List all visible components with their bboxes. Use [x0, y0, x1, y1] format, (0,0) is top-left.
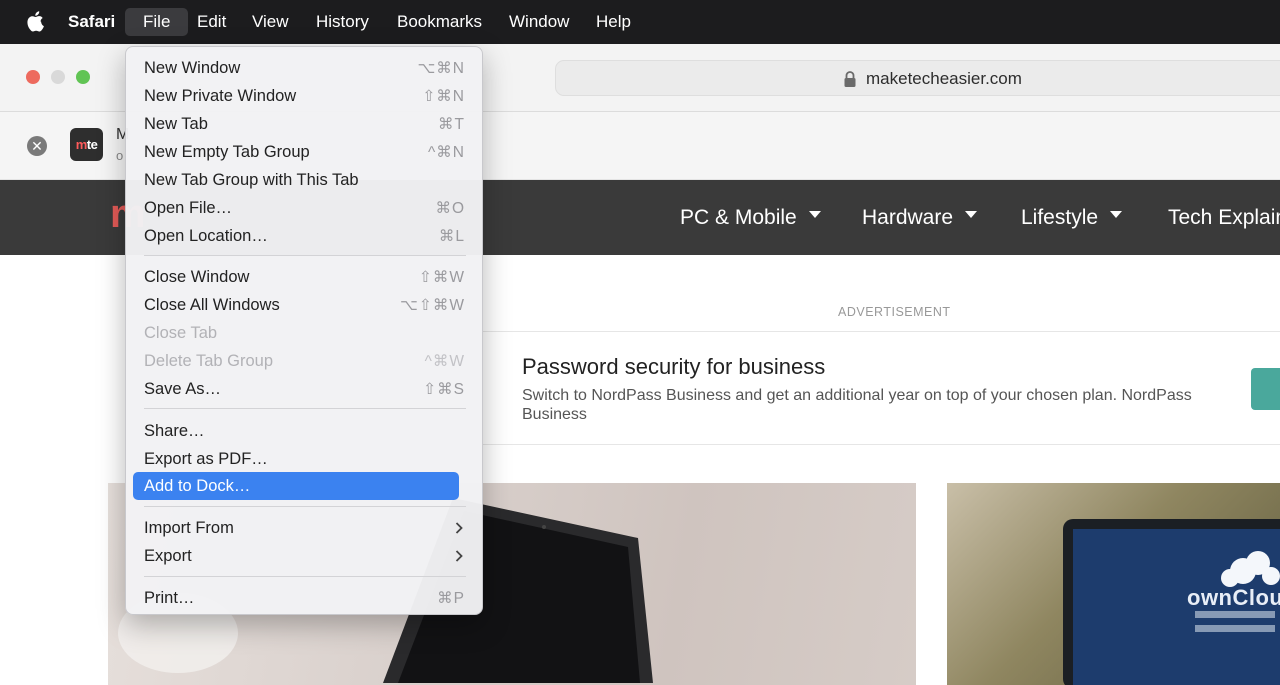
- menu-item-close-window[interactable]: Close Window ⇧⌘W: [133, 263, 475, 291]
- menu-item-new-tab[interactable]: New Tab ⌘T: [133, 110, 475, 138]
- menubar-history[interactable]: History: [314, 8, 371, 36]
- menu-item-share[interactable]: Share…: [133, 417, 475, 445]
- nav-tech-explained[interactable]: Tech Explain: [1168, 206, 1280, 230]
- menu-item-new-tab-group-with-this-tab[interactable]: New Tab Group with This Tab: [133, 166, 475, 194]
- advertisement-box[interactable]: Password security for business Switch to…: [480, 331, 1280, 445]
- address-bar[interactable]: maketecheasier.com: [555, 60, 1280, 96]
- menubar-window[interactable]: Window: [507, 8, 571, 36]
- article-image-owncloud[interactable]: ownCloud: [947, 483, 1280, 685]
- menu-item-export-as-pdf[interactable]: Export as PDF…: [133, 445, 475, 473]
- banner-close-icon[interactable]: ✕: [27, 136, 47, 156]
- ad-title[interactable]: Password security for business: [522, 354, 825, 380]
- menu-separator: [144, 408, 466, 409]
- menu-item-add-to-dock[interactable]: Add to Dock…: [133, 472, 459, 500]
- minimize-window-button[interactable]: [51, 70, 65, 84]
- caret-down-icon: [1110, 210, 1123, 218]
- menu-separator: [144, 255, 466, 256]
- site-app-icon: mte: [70, 128, 103, 161]
- menubar-bookmarks[interactable]: Bookmarks: [395, 8, 484, 36]
- menu-item-open-file[interactable]: Open File… ⌘O: [133, 194, 475, 222]
- caret-down-icon: [808, 210, 821, 218]
- banner-subtitle: o: [116, 148, 124, 163]
- menu-item-new-empty-tab-group[interactable]: New Empty Tab Group ^⌘N: [133, 138, 475, 166]
- menu-bar: Safari File Edit View History Bookmarks …: [0, 0, 1280, 44]
- menu-separator: [144, 506, 466, 507]
- menubar-edit[interactable]: Edit: [195, 8, 228, 36]
- close-window-button[interactable]: [26, 70, 40, 84]
- nav-hardware[interactable]: Hardware: [862, 206, 978, 230]
- menu-item-import-from[interactable]: Import From: [133, 514, 475, 542]
- apple-icon[interactable]: [26, 10, 44, 32]
- menu-item-close-all-windows[interactable]: Close All Windows ⌥⇧⌘W: [133, 291, 475, 319]
- zoom-window-button[interactable]: [76, 70, 90, 84]
- ad-body: Switch to NordPass Business and get an a…: [522, 387, 1192, 423]
- menu-item-export[interactable]: Export: [133, 542, 475, 570]
- menu-item-new-window[interactable]: New Window ⌥⌘N: [133, 54, 475, 82]
- chevron-right-icon: [455, 550, 463, 562]
- menu-item-close-tab: Close Tab: [144, 324, 218, 342]
- menu-item-print[interactable]: Print… ⌘P: [133, 584, 475, 612]
- lock-icon: [844, 71, 856, 87]
- advertisement-label: ADVERTISEMENT: [838, 305, 951, 319]
- menubar-view[interactable]: View: [250, 8, 291, 36]
- menu-item-open-location[interactable]: Open Location… ⌘L: [133, 222, 475, 250]
- owncloud-text: ownCloud: [1187, 585, 1280, 610]
- menu-separator: [144, 576, 466, 577]
- menubar-help[interactable]: Help: [594, 8, 633, 36]
- caret-down-icon: [965, 210, 978, 218]
- menu-item-new-private-window[interactable]: New Private Window ⇧⌘N: [133, 82, 475, 110]
- ad-cta-button[interactable]: [1251, 368, 1280, 410]
- menubar-file[interactable]: File: [125, 8, 189, 36]
- address-url: maketecheasier.com: [866, 69, 1022, 88]
- chevron-right-icon: [455, 522, 463, 534]
- nav-pc-mobile[interactable]: PC & Mobile: [680, 206, 821, 230]
- menu-item-save-as[interactable]: Save As… ⇧⌘S: [133, 375, 475, 403]
- menubar-safari[interactable]: Safari: [66, 8, 117, 36]
- nav-lifestyle[interactable]: Lifestyle: [1021, 206, 1123, 230]
- owncloud-laptop-illustration: [1063, 519, 1280, 685]
- file-menu: New Window ⌥⌘N New Private Window ⇧⌘N New …: [125, 46, 483, 615]
- menu-item-delete-tab-group: Delete Tab Group ^⌘W: [144, 352, 465, 370]
